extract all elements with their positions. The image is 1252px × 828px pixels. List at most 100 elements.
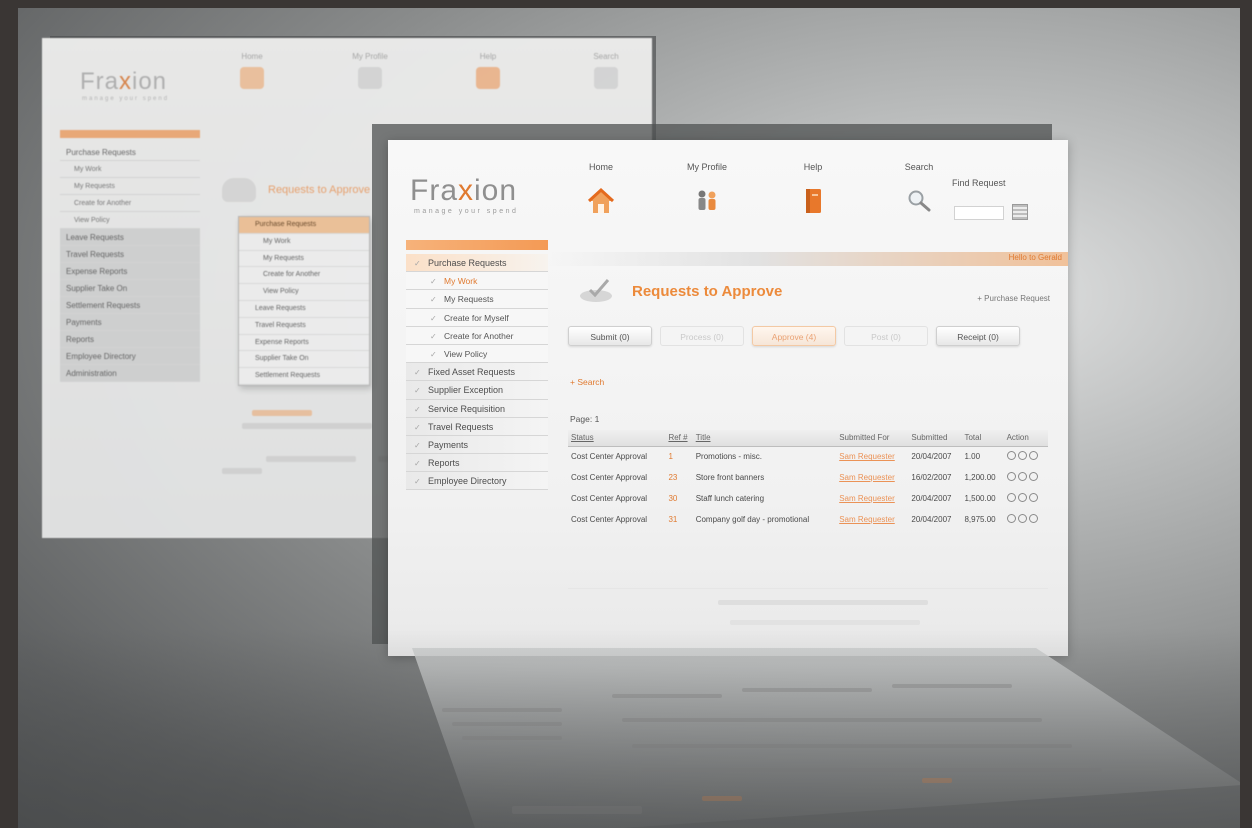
table-header-cell[interactable]: Submitted (908, 430, 962, 447)
approve-icon[interactable] (1006, 514, 1016, 523)
approve-icon[interactable] (1006, 451, 1016, 461)
info-icon[interactable] (1017, 472, 1027, 481)
sidebar-item-label: Purchase Requests (428, 258, 507, 268)
status-tab[interactable]: Receipt (0) (936, 326, 1020, 346)
sidebar-item[interactable]: ✓ Reports (406, 454, 548, 473)
status-tab[interactable]: Post (0) (844, 326, 928, 346)
sidebar-item[interactable]: ✓ Employee Directory (406, 472, 548, 491)
table-cell: Company golf day - promotional (695, 515, 810, 524)
back-sidebar-item: Create for Another (60, 195, 200, 212)
sidebar-item[interactable]: ✓ My Requests (406, 290, 548, 309)
back-blur-row (242, 423, 372, 429)
back-sidebar-item: Reports (60, 331, 200, 348)
status-tab[interactable]: Submit (0) (568, 326, 652, 346)
user-greeting-link[interactable]: Hello to Gerald (1009, 253, 1062, 262)
nav-profile-button[interactable]: My Profile (654, 162, 760, 216)
back-nav-item: Search (576, 52, 636, 89)
table-row[interactable]: Cost Center Approval 30 Staff lunch cateri… (568, 488, 1048, 509)
approve-icon[interactable] (1006, 472, 1016, 481)
reject-icon[interactable] (1028, 451, 1038, 461)
status-tabs: Submit (0) Process (0) Approve (4) Post (0)… (568, 326, 1020, 346)
back-dropdown-item: My Work (239, 234, 369, 251)
table-header-cell[interactable]: Status (568, 430, 666, 447)
table-header-cell[interactable]: Action (1003, 430, 1048, 447)
table-header-cell[interactable]: Ref # (665, 430, 693, 447)
header-divider (548, 252, 1068, 266)
sidebar-item-label: Fixed Asset Requests (428, 367, 516, 378)
sidebar-item[interactable]: ✓ Create for Another (406, 326, 548, 345)
back-dropdown-item: Expense Reports (239, 335, 369, 352)
reject-icon[interactable] (1028, 493, 1038, 502)
sidebar-item[interactable]: ✓ Supplier Exception (406, 381, 548, 400)
fraxion-logo[interactable]: Fraxion (410, 174, 517, 208)
sidebar-item[interactable]: ✓ Purchase Requests (406, 254, 548, 273)
back-nav-icon (240, 67, 264, 89)
back-nav-icon (594, 67, 618, 89)
nav-home-button[interactable]: Home (548, 162, 654, 216)
table-cell: 8,975.00 (964, 515, 996, 524)
sidebar-item-label: Create for Another (444, 330, 514, 341)
sidebar-item[interactable]: ✓ My Work (406, 272, 548, 291)
table-header-cell[interactable]: Total (961, 430, 1004, 447)
table-row[interactable]: Cost Center Approval 1 Promotions - misc. S… (568, 446, 1048, 467)
back-blur-row (266, 456, 356, 462)
approve-icon[interactable] (1006, 493, 1016, 502)
back-sidebar-item: Purchase Requests (60, 144, 200, 161)
submitted-for-link[interactable]: Sam Requester (836, 467, 908, 488)
profile-icon (698, 190, 716, 210)
table-row[interactable]: Cost Center Approval 31 Company golf day -… (568, 509, 1048, 530)
sidebar: ✓ Purchase Requests ✓ My Work ✓ My Requests ✓ C… (406, 254, 548, 491)
sidebar-item[interactable]: ✓ Payments (406, 435, 548, 455)
sidebar-check-icon: ✓ (430, 295, 437, 305)
table-cell: Staff lunch catering (695, 494, 765, 503)
table-cell: Cost Center Approval (571, 494, 648, 503)
submitted-for-link[interactable]: Sam Requester (836, 446, 908, 467)
front-window: Fraxion manage your spend Home My Profil… (388, 140, 1068, 656)
sidebar-item-label: Employee Directory (428, 476, 507, 487)
reject-icon[interactable] (1028, 472, 1038, 481)
top-nav: Home My Profile Help Search (548, 162, 972, 216)
status-tab[interactable]: Process (0) (660, 326, 744, 346)
search-toggle-link[interactable]: + Search (570, 377, 604, 387)
back-dropdown-item: My Requests (239, 251, 369, 268)
floor-reflection (412, 648, 1240, 828)
back-sidebar-item: View Policy (60, 212, 200, 229)
back-orange-bar (60, 130, 200, 138)
sidebar-item[interactable]: ✓ View Policy (406, 344, 548, 364)
info-icon[interactable] (1017, 451, 1027, 461)
table-row[interactable]: Cost Center Approval 23 Store front banner… (568, 467, 1048, 488)
footer-text-blur (730, 620, 920, 625)
table-header-cell[interactable]: Title (692, 430, 837, 447)
page-title: Requests to Approve (632, 283, 783, 300)
row-actions (1004, 488, 1048, 509)
find-request-go-icon[interactable] (1012, 204, 1028, 220)
table-cell: Store front banners (695, 473, 765, 482)
sidebar-item[interactable]: ✓ Service Requisition (406, 399, 548, 418)
back-page-title: Requests to Approve (222, 178, 370, 202)
sidebar-item-label: View Policy (444, 348, 488, 359)
table-header-cell[interactable]: Submitted For (836, 430, 909, 447)
find-request-input[interactable] (954, 206, 1004, 220)
table-cell: 31 (668, 515, 678, 524)
sidebar-item-label: Supplier Exception (428, 385, 504, 396)
purchase-request-link[interactable]: + Purchase Request (977, 294, 1050, 303)
nav-help-button[interactable]: Help (760, 162, 866, 216)
back-dropdown-item: Travel Requests (239, 318, 369, 335)
back-approve-icon (222, 178, 256, 202)
back-sidebar-item: Leave Requests (60, 229, 200, 246)
sidebar-check-icon: ✓ (414, 422, 421, 432)
back-nav-item: Help (458, 52, 518, 89)
table-cell: 1 (668, 452, 673, 462)
info-icon[interactable] (1017, 514, 1027, 523)
sidebar-item[interactable]: ✓ Fixed Asset Requests (406, 363, 548, 382)
sidebar-item[interactable]: ✓ Travel Requests (406, 417, 548, 436)
status-tab[interactable]: Approve (4) (752, 326, 836, 346)
info-icon[interactable] (1017, 493, 1027, 502)
submitted-for-link[interactable]: Sam Requester (836, 488, 908, 509)
sidebar-item-label: Travel Requests (428, 421, 494, 432)
table-cell: 30 (668, 494, 678, 503)
submitted-for-link[interactable]: Sam Requester (836, 509, 908, 530)
sidebar-item[interactable]: ✓ Create for Myself (406, 308, 548, 327)
back-sidebar-item: Supplier Take On (60, 280, 200, 297)
reject-icon[interactable] (1028, 514, 1038, 523)
